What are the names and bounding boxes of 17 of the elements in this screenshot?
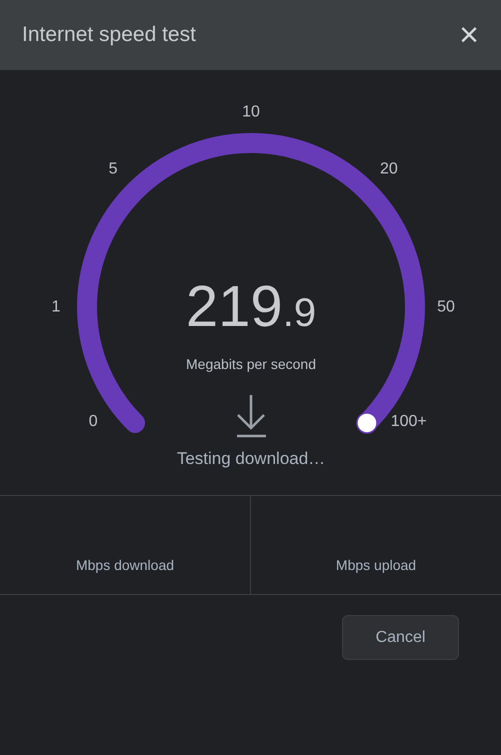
unit-label: Megabits per second xyxy=(186,356,316,372)
download-icon xyxy=(237,395,266,438)
stat-label: Mbps download xyxy=(76,556,174,575)
gauge-tick-label: 20 xyxy=(380,160,398,178)
gauge-tick-label: 1 xyxy=(52,298,60,316)
stat-label: Mbps upload xyxy=(336,556,416,575)
gauge-tick-label: 50 xyxy=(437,298,455,316)
speed-reading: 219.9 xyxy=(186,274,316,339)
gauge-tick-label: 5 xyxy=(108,160,118,178)
close-button[interactable]: × xyxy=(459,18,479,52)
gauge-tick-label: 100+ xyxy=(390,413,427,430)
gauge-needle-dot xyxy=(356,412,378,434)
cancel-button[interactable]: Cancel xyxy=(342,615,459,660)
gauge-tick-label: 0 xyxy=(88,413,98,430)
dialog-title: Internet speed test xyxy=(22,22,196,48)
gauge-tick-label: 10 xyxy=(242,104,260,120)
status-text: Testing download… xyxy=(176,449,326,468)
